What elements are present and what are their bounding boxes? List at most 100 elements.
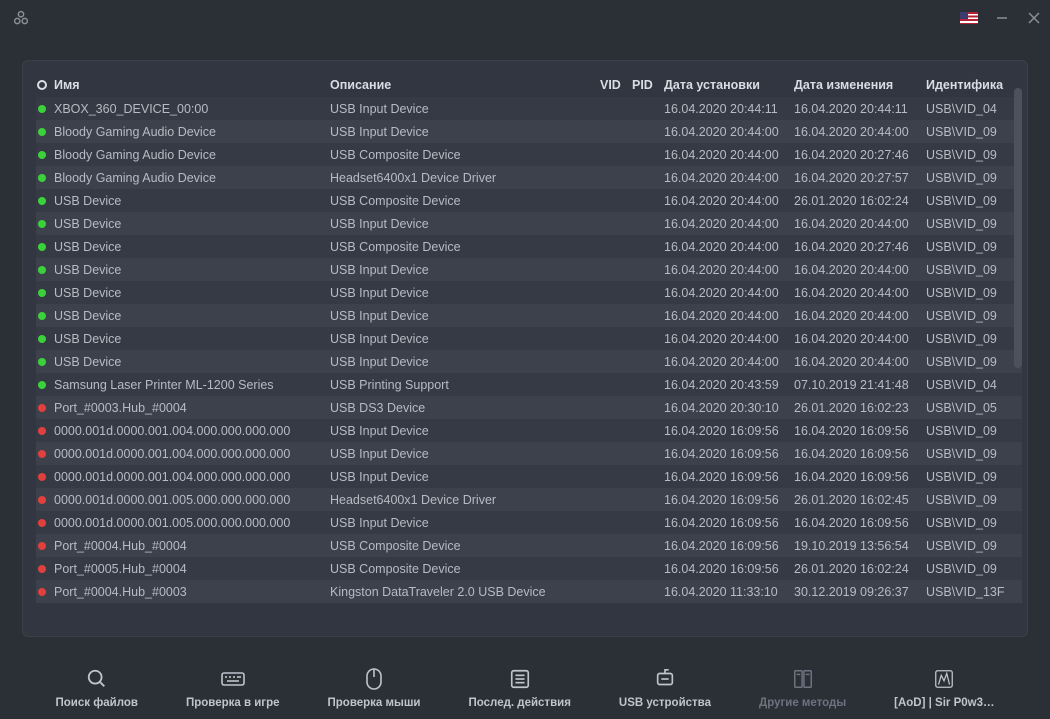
table-row[interactable]: USB DeviceUSB Composite Device16.04.2020… (36, 235, 1022, 258)
status-dot-icon (38, 565, 46, 573)
cell-identifier: USB\VID_09 (926, 194, 1022, 208)
col-identifier[interactable]: Идентифика (926, 78, 1022, 92)
cell-modified: 07.10.2019 21:41:48 (794, 378, 926, 392)
table-row[interactable]: Bloody Gaming Audio DeviceHeadset6400x1 … (36, 166, 1022, 189)
cell-modified: 19.10.2019 13:56:54 (794, 539, 926, 553)
minimize-button[interactable] (994, 10, 1010, 26)
cell-installed: 16.04.2020 16:09:56 (664, 562, 794, 576)
col-installed[interactable]: Дата установки (664, 78, 794, 92)
col-vid[interactable]: VID (600, 78, 632, 92)
cell-identifier: USB\VID_04 (926, 378, 1022, 392)
nav-usb-devices[interactable]: USB устройства (619, 667, 711, 709)
table-row[interactable]: 0000.001d.0000.001.004.000.000.000.000US… (36, 465, 1022, 488)
table-row[interactable]: Bloody Gaming Audio DeviceUSB Composite … (36, 143, 1022, 166)
cell-description: USB Input Device (330, 102, 600, 116)
cell-status (36, 289, 54, 297)
cell-status (36, 312, 54, 320)
nav-label: [AoD] | Sir P0w3… (894, 697, 994, 709)
cell-name: Port_#0004.Hub_#0004 (54, 539, 330, 553)
status-dot-icon (38, 588, 46, 596)
table-row[interactable]: Bloody Gaming Audio DeviceUSB Input Devi… (36, 120, 1022, 143)
cell-identifier: USB\VID_09 (926, 286, 1022, 300)
table-row[interactable]: USB DeviceUSB Input Device16.04.2020 20:… (36, 304, 1022, 327)
nav-other-methods[interactable]: Другие методы (759, 667, 846, 709)
table-header-row: Имя Описание VID PID Дата установки Дата… (36, 74, 1022, 97)
col-pid[interactable]: PID (632, 78, 664, 92)
cell-status (36, 358, 54, 366)
cell-identifier: USB\VID_04 (926, 102, 1022, 116)
nav-user-profile[interactable]: [AoD] | Sir P0w3… (894, 667, 994, 709)
cell-modified: 16.04.2020 20:44:00 (794, 217, 926, 231)
cell-name: 0000.001d.0000.001.005.000.000.000.000 (54, 516, 330, 530)
cell-modified: 16.04.2020 16:09:56 (794, 516, 926, 530)
cell-modified: 16.04.2020 20:27:46 (794, 240, 926, 254)
nav-search-files[interactable]: Поиск файлов (55, 667, 137, 709)
cell-installed: 16.04.2020 20:44:00 (664, 217, 794, 231)
cell-name: 0000.001d.0000.001.004.000.000.000.000 (54, 424, 330, 438)
cell-identifier: USB\VID_09 (926, 516, 1022, 530)
table-row[interactable]: Samsung Laser Printer ML-1200 SeriesUSB … (36, 373, 1022, 396)
status-dot-icon (38, 519, 46, 527)
cell-name: USB Device (54, 263, 330, 277)
cell-name: 0000.001d.0000.001.004.000.000.000.000 (54, 470, 330, 484)
status-header-icon (37, 80, 47, 90)
col-status[interactable] (36, 80, 54, 90)
table-row[interactable]: 0000.001d.0000.001.004.000.000.000.000US… (36, 419, 1022, 442)
cell-modified: 16.04.2020 20:27:46 (794, 148, 926, 162)
cell-identifier: USB\VID_09 (926, 240, 1022, 254)
keyboard-icon (221, 667, 245, 691)
close-button[interactable] (1026, 10, 1042, 26)
cell-identifier: USB\VID_09 (926, 447, 1022, 461)
cell-description: USB Input Device (330, 332, 600, 346)
table-row[interactable]: USB DeviceUSB Input Device16.04.2020 20:… (36, 327, 1022, 350)
table-body: XBOX_360_DEVICE_00:00USB Input Device16.… (36, 97, 1022, 603)
cell-identifier: USB\VID_09 (926, 562, 1022, 576)
app-logo-icon (12, 9, 30, 27)
cell-status (36, 243, 54, 251)
table-row[interactable]: USB DeviceUSB Input Device16.04.2020 20:… (36, 350, 1022, 373)
nav-ingame-check[interactable]: Проверка в игре (186, 667, 280, 709)
table-row[interactable]: USB DeviceUSB Input Device16.04.2020 20:… (36, 258, 1022, 281)
status-dot-icon (38, 381, 46, 389)
tools-icon (791, 667, 815, 691)
table-row[interactable]: USB DeviceUSB Input Device16.04.2020 20:… (36, 281, 1022, 304)
cell-installed: 16.04.2020 20:44:11 (664, 102, 794, 116)
table-row[interactable]: 0000.001d.0000.001.005.000.000.000.000 US… (36, 511, 1022, 534)
status-dot-icon (38, 473, 46, 481)
table-row[interactable]: Port_#0003.Hub_#0004USB DS3 Device16.04.… (36, 396, 1022, 419)
status-dot-icon (38, 243, 46, 251)
status-dot-icon (38, 427, 46, 435)
cell-name: USB Device (54, 286, 330, 300)
table-row[interactable]: Port_#0005.Hub_#0004USB Composite Device… (36, 557, 1022, 580)
cell-name: Bloody Gaming Audio Device (54, 125, 330, 139)
table-row[interactable]: USB DeviceUSB Input Device16.04.2020 20:… (36, 212, 1022, 235)
nav-mouse-check[interactable]: Проверка мыши (328, 667, 421, 709)
cell-modified: 16.04.2020 20:44:00 (794, 309, 926, 323)
table-row[interactable]: Port_#0004.Hub_#0003Kingston DataTravele… (36, 580, 1022, 603)
table-row[interactable]: XBOX_360_DEVICE_00:00USB Input Device16.… (36, 97, 1022, 120)
table-row[interactable]: USB DeviceUSB Composite Device16.04.2020… (36, 189, 1022, 212)
cell-modified: 30.12.2019 09:26:37 (794, 585, 926, 599)
language-flag-icon[interactable] (960, 12, 978, 24)
cell-modified: 26.01.2020 16:02:23 (794, 401, 926, 415)
cell-modified: 16.04.2020 16:09:56 (794, 470, 926, 484)
status-dot-icon (38, 496, 46, 504)
cell-installed: 16.04.2020 20:44:00 (664, 263, 794, 277)
col-name[interactable]: Имя (54, 78, 330, 92)
table-row[interactable]: 0000.001d.0000.001.004.000.000.000.000US… (36, 442, 1022, 465)
list-icon (508, 667, 532, 691)
col-description[interactable]: Описание (330, 78, 600, 92)
nav-recent-actions[interactable]: Послед. действия (469, 667, 571, 709)
cell-status (36, 335, 54, 343)
cell-name: Bloody Gaming Audio Device (54, 148, 330, 162)
cell-installed: 16.04.2020 20:44:00 (664, 355, 794, 369)
nav-label: Другие методы (759, 697, 846, 709)
table-row[interactable]: Port_#0004.Hub_#0004USB Composite Device… (36, 534, 1022, 557)
cell-name: 0000.001d.0000.001.005.000.000.000.000 (54, 493, 330, 507)
vertical-scrollbar[interactable] (1014, 88, 1022, 368)
table-row[interactable]: 0000.001d.0000.001.005.000.000.000.000He… (36, 488, 1022, 511)
cell-description: USB Input Device (330, 470, 600, 484)
col-modified[interactable]: Дата изменения (794, 78, 926, 92)
cell-name: USB Device (54, 309, 330, 323)
status-dot-icon (38, 266, 46, 274)
